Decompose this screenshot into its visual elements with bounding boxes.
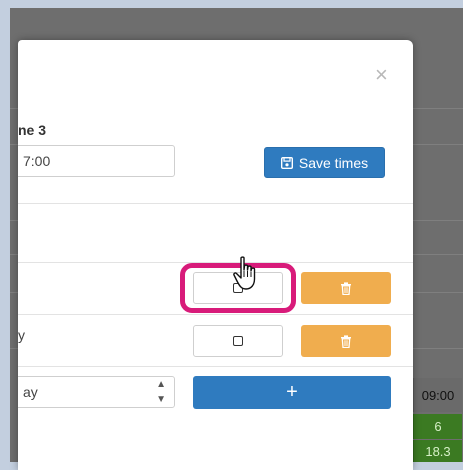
trash-icon [341,334,351,348]
add-button[interactable]: + [193,376,391,409]
time-input[interactable]: 7:00 [18,145,175,177]
row-label: y [18,327,25,343]
hand-pointer-icon [233,256,256,290]
divider [18,366,413,367]
save-times-button[interactable]: Save times [264,147,385,178]
window-frame-left [0,0,10,470]
background-time-cell: 09:00 [413,378,462,412]
divider [18,314,413,315]
save-times-label: Save times [298,154,369,171]
edit-times-modal: × ne 3 7:00 Save times y ay ▲ ▼ + [18,40,413,470]
background-green-cell: 6 [413,414,462,439]
toggle-checkbox-button[interactable] [193,325,283,357]
select-arrows-icon: ▲ ▼ [156,379,166,405]
floppy-disk-icon [280,156,293,169]
day-select[interactable]: ay ▲ ▼ [18,376,175,408]
close-icon[interactable]: × [375,64,388,86]
day-label: ne 3 [18,122,47,138]
checkbox-icon [233,336,243,346]
trash-icon [341,281,351,295]
background-green-cell: 18.3 [413,440,462,462]
window-frame-top [0,0,463,8]
plus-icon: + [286,381,298,403]
delete-button[interactable] [301,272,391,304]
delete-button[interactable] [301,325,391,357]
divider [18,203,413,204]
day-select-value: ay [23,384,38,400]
